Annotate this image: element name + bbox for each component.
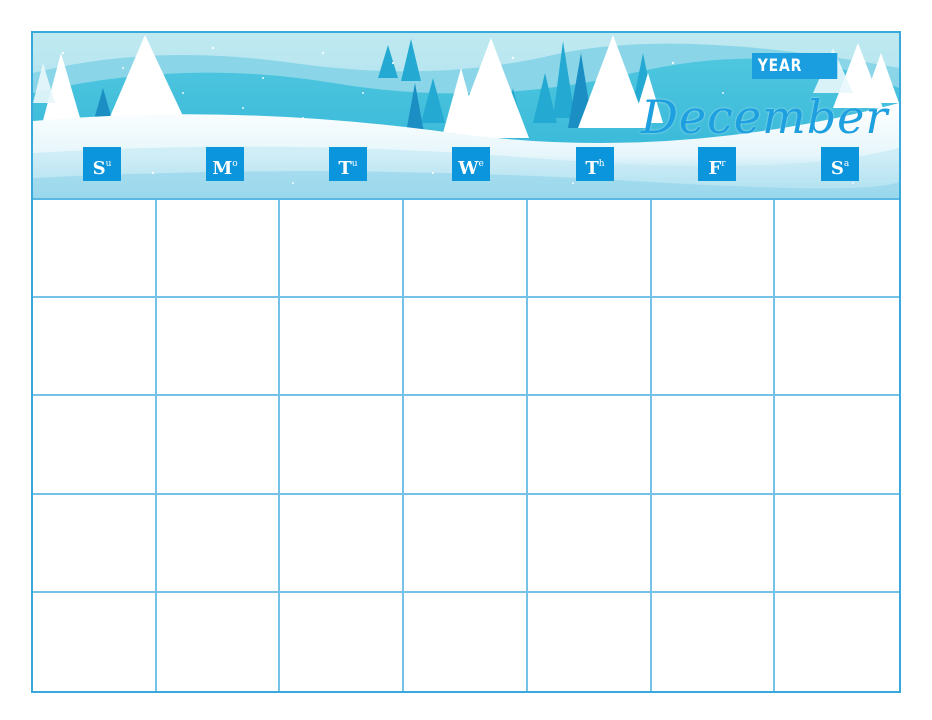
calendar-page: YEAR December Su Mo Tu We Th Fr Sa xyxy=(31,31,901,693)
day-grid xyxy=(33,198,899,691)
day-cell xyxy=(33,200,157,299)
year-label: YEAR xyxy=(752,53,838,79)
weekday-tuesday: Tu xyxy=(329,147,367,181)
day-cell xyxy=(280,396,405,495)
weekday-suffix: r xyxy=(721,159,726,169)
day-cell xyxy=(651,298,776,397)
day-cell xyxy=(33,494,157,593)
day-cell xyxy=(404,494,528,593)
weekday-letter: T xyxy=(585,158,599,179)
day-cell xyxy=(404,592,528,691)
day-cell xyxy=(280,200,405,299)
day-cell xyxy=(527,298,652,397)
day-cell xyxy=(156,494,281,593)
weekday-suffix: u xyxy=(105,159,112,169)
day-cell xyxy=(775,593,899,691)
day-cell xyxy=(33,592,157,691)
winter-banner: YEAR December Su Mo Tu We Th Fr Sa xyxy=(33,33,899,198)
day-cell xyxy=(775,298,899,397)
day-cell xyxy=(527,200,652,299)
weekday-letter: F xyxy=(708,158,722,179)
day-cell xyxy=(527,396,652,495)
day-cell xyxy=(33,298,157,397)
day-cell xyxy=(157,592,281,691)
day-cell xyxy=(156,298,281,397)
day-cell xyxy=(280,592,405,691)
weekday-suffix: e xyxy=(478,159,484,169)
weekday-thursday: Th xyxy=(576,147,614,181)
day-cell xyxy=(404,396,528,495)
day-cell xyxy=(651,494,776,593)
weekday-letter: S xyxy=(92,158,106,179)
weekday-suffix: o xyxy=(232,159,238,169)
day-cell xyxy=(404,200,528,299)
weekday-suffix: h xyxy=(598,159,605,169)
weekday-saturday: Sa xyxy=(821,147,859,181)
weekday-letter: T xyxy=(338,158,352,179)
day-cell xyxy=(651,200,776,299)
weekday-sunday: Su xyxy=(83,147,121,181)
day-cell xyxy=(280,298,405,397)
weekday-letter: S xyxy=(830,158,844,179)
day-cell xyxy=(775,200,899,299)
weekday-friday: Fr xyxy=(698,147,736,181)
weekday-letter: W xyxy=(458,158,479,179)
weekday-wednesday: We xyxy=(452,147,490,181)
day-cell xyxy=(527,494,652,593)
day-cell xyxy=(652,592,776,691)
day-cell xyxy=(528,592,652,691)
day-cell xyxy=(775,396,899,495)
day-cell xyxy=(775,495,899,593)
day-cell xyxy=(280,494,405,593)
day-cell xyxy=(404,298,528,397)
day-cell xyxy=(156,396,281,495)
day-cell xyxy=(651,396,776,495)
weekday-monday: Mo xyxy=(206,147,244,181)
day-cell xyxy=(156,200,281,299)
weekday-suffix: a xyxy=(843,159,850,169)
weekday-suffix: u xyxy=(351,159,358,169)
month-title: December xyxy=(641,90,889,144)
day-cell xyxy=(33,396,157,495)
weekday-letter: M xyxy=(212,158,233,179)
